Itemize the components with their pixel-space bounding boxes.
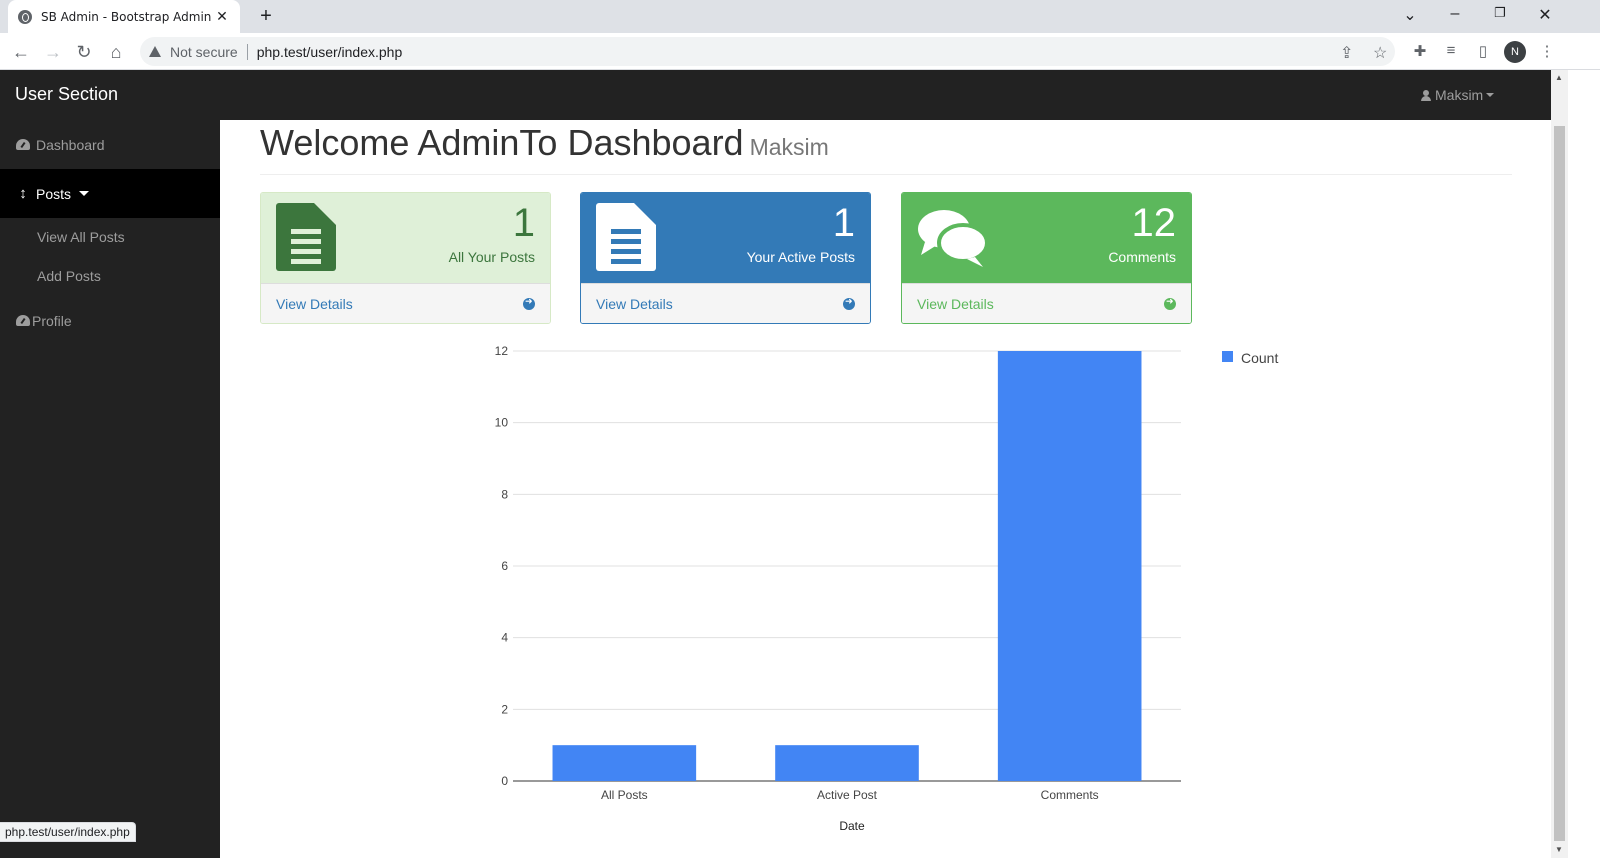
panel-comments: 12 Comments View Details	[901, 192, 1192, 324]
y-tick-label: 0	[501, 774, 508, 788]
address-bar[interactable]: Not secure php.test/user/index.php ⇪ ☆	[140, 37, 1395, 66]
view-details-link[interactable]: View Details	[902, 283, 1191, 323]
sidebar-item-posts[interactable]: ↕ Posts	[0, 169, 220, 218]
browser-toolbar: ← → ↻ ⌂ Not secure php.test/user/index.p…	[0, 33, 1600, 70]
back-icon[interactable]: ←	[10, 41, 32, 63]
sidebar-item-dashboard[interactable]: Dashboard	[0, 120, 220, 169]
legend-label: Count	[1241, 350, 1278, 366]
side-panel-icon[interactable]: ▯	[1473, 42, 1493, 60]
bar-all-posts	[552, 745, 697, 781]
star-icon[interactable]: ☆	[1373, 43, 1387, 63]
arrows-v-icon: ↕	[19, 185, 27, 202]
sidebar-item-profile[interactable]: Profile	[0, 296, 220, 345]
close-icon[interactable]: ✕	[214, 8, 230, 24]
arrow-circle-right-icon	[523, 296, 535, 310]
close-window-icon[interactable]: ✕	[1533, 5, 1557, 25]
top-navbar: User Section Maksim	[0, 70, 1551, 120]
y-tick-label: 4	[501, 631, 508, 645]
view-details-label: View Details	[917, 296, 994, 312]
reload-icon[interactable]: ↻	[73, 41, 95, 63]
sidebar-item-label: Profile	[32, 312, 72, 329]
bar-active-post	[775, 745, 919, 781]
file-text-icon	[276, 203, 336, 271]
arrow-circle-right-icon	[843, 296, 855, 310]
restore-icon[interactable]: ❐	[1488, 5, 1512, 21]
sidebar-item-label: Posts	[36, 185, 72, 202]
chevron-down-icon[interactable]: ⌄	[1398, 5, 1422, 25]
page-title-text: Welcome AdminTo Dashboard	[260, 122, 744, 163]
legend-swatch	[1222, 351, 1233, 362]
bar-comments	[997, 351, 1142, 781]
view-details-label: View Details	[276, 296, 353, 312]
view-details-link[interactable]: View Details	[581, 283, 870, 323]
bar-chart: 0 2 4 6 8 10 12 All Posts Active Post Comments Dat…	[495, 344, 1279, 833]
extensions-icon[interactable]: ✚	[1410, 42, 1430, 60]
y-tick-label: 8	[501, 487, 508, 501]
panel-active-posts: 1 Your Active Posts View Details	[580, 192, 871, 324]
active-posts-count: 1	[832, 201, 855, 245]
y-tick-label: 10	[495, 416, 509, 430]
new-tab-icon[interactable]: +	[256, 5, 276, 28]
forward-icon[interactable]: →	[42, 41, 64, 63]
url-text[interactable]: php.test/user/index.php	[257, 44, 403, 60]
user-icon	[1421, 89, 1431, 101]
user-name: Maksim	[1435, 87, 1484, 103]
comments-icon	[918, 210, 989, 267]
arrow-circle-right-icon	[1164, 296, 1176, 310]
sidebar: Dashboard ↕ Posts View All Posts Add Pos…	[0, 120, 220, 858]
x-axis-label: Date	[839, 819, 865, 833]
view-details-link[interactable]: View Details	[261, 283, 550, 323]
navbar-brand[interactable]: User Section	[15, 84, 118, 105]
page-title: Welcome AdminTo Dashboard Maksim	[260, 122, 1512, 164]
browser-tabbar: SB Admin - Bootstrap Admin Ten ✕ + ⌄ – ❐…	[0, 0, 1600, 33]
warning-icon	[149, 46, 161, 57]
minimize-icon[interactable]: –	[1443, 5, 1467, 23]
scroll-thumb[interactable]	[1554, 126, 1565, 841]
comments-label: Comments	[1108, 249, 1176, 265]
menu-icon[interactable]: ⋮	[1537, 42, 1557, 60]
comments-count: 12	[1131, 201, 1177, 245]
caret-down-icon	[1486, 93, 1495, 97]
y-tick-label: 12	[495, 344, 509, 358]
active-posts-label: Your Active Posts	[746, 249, 855, 265]
panel-heading: 1 All Your Posts	[261, 193, 550, 283]
tab-title: SB Admin - Bootstrap Admin Ten	[41, 9, 213, 24]
reading-list-icon[interactable]: ≡	[1441, 42, 1461, 59]
security-label[interactable]: Not secure	[170, 44, 238, 60]
dashboard-icon	[16, 315, 30, 326]
caret-down-icon	[79, 191, 90, 196]
y-tick-label: 2	[501, 702, 508, 716]
divider	[246, 43, 248, 60]
sidebar-item-view-all-posts[interactable]: View All Posts	[37, 229, 125, 245]
view-details-label: View Details	[596, 296, 673, 312]
profile-avatar[interactable]: N	[1504, 41, 1526, 63]
globe-icon	[18, 9, 32, 24]
sidebar-item-label: Dashboard	[36, 136, 105, 153]
page-header: Welcome AdminTo Dashboard Maksim	[260, 122, 1512, 175]
share-icon[interactable]: ⇪	[1340, 43, 1353, 63]
dashboard-icon	[16, 139, 30, 150]
x-tick-label: Active Post	[817, 788, 878, 802]
panel-all-posts: 1 All Your Posts View Details	[260, 192, 551, 324]
y-tick-label: 6	[501, 559, 508, 573]
file-text-icon	[596, 203, 656, 271]
page-subtitle: Maksim	[749, 134, 829, 160]
x-tick-label: All Posts	[601, 788, 648, 802]
browser-tab[interactable]: SB Admin - Bootstrap Admin Ten ✕	[8, 0, 240, 33]
sidebar-item-add-posts[interactable]: Add Posts	[37, 268, 101, 284]
scroll-up-icon[interactable]: ▲	[1555, 73, 1563, 82]
panel-heading: 1 Your Active Posts	[581, 193, 870, 283]
posts-count: 1	[512, 201, 535, 245]
panel-heading: 12 Comments	[902, 193, 1191, 283]
status-url: php.test/user/index.php	[0, 822, 136, 842]
page-scrollbar[interactable]: ▲ ▼	[1551, 70, 1568, 858]
user-dropdown[interactable]: Maksim	[1421, 87, 1495, 103]
home-icon[interactable]: ⌂	[105, 41, 127, 63]
x-tick-label: Comments	[1041, 788, 1099, 802]
scroll-down-icon[interactable]: ▼	[1555, 845, 1563, 854]
posts-label: All Your Posts	[448, 249, 535, 265]
